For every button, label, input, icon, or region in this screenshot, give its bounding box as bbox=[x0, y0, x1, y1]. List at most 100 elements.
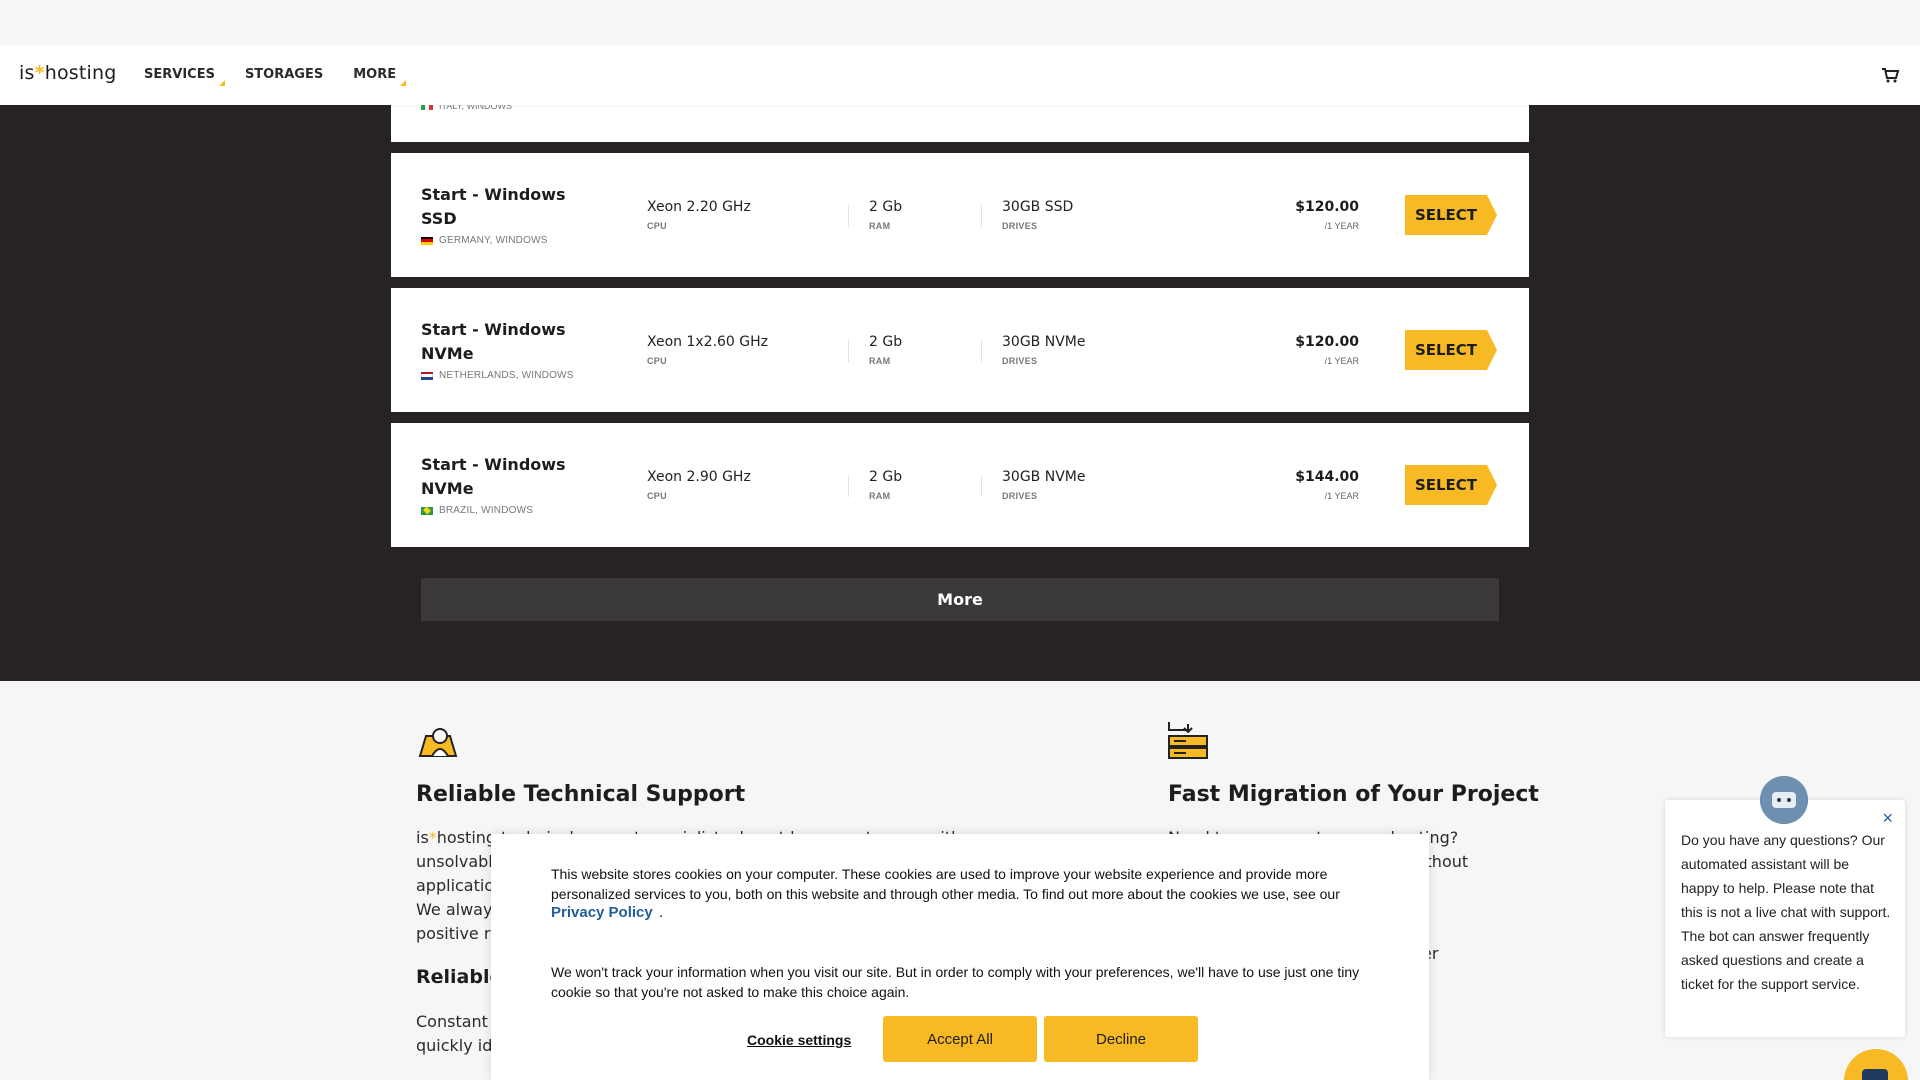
top-strip bbox=[0, 0, 1920, 45]
nav-storages-label: STORAGES bbox=[244, 67, 324, 82]
plan-name: Start - Windows NVMe bbox=[421, 320, 566, 363]
plan-price: $120.00/1 YEAR bbox=[1295, 334, 1359, 366]
plan-ram: 2 Gb RAM bbox=[869, 199, 902, 231]
feature-text-part: We always bbox=[416, 900, 501, 919]
price-value: $120.00 bbox=[1295, 334, 1359, 350]
plan-location-text: BRAZIL, WINDOWS bbox=[439, 505, 534, 516]
feature-text-part: quickly ide bbox=[416, 1036, 503, 1055]
support-icon bbox=[418, 728, 458, 757]
cpu-label: CPU bbox=[647, 356, 667, 366]
drives-label: DRIVES bbox=[1002, 221, 1038, 231]
cpu-label: CPU bbox=[647, 491, 667, 501]
ram-label: RAM bbox=[869, 221, 891, 231]
plan-cpu: Xeon 2.90 GHz CPU bbox=[647, 469, 751, 501]
feature-text-star: * bbox=[428, 828, 437, 847]
plan-location: NETHERLANDS, WINDOWS bbox=[421, 370, 574, 381]
dropdown-caret-icon bbox=[218, 80, 225, 86]
divider bbox=[981, 475, 982, 497]
divider bbox=[981, 340, 982, 362]
plan-drives: 30GB SSD DRIVES bbox=[1002, 199, 1073, 231]
plan-cpu: Xeon 2.20 GHz CPU bbox=[647, 199, 751, 231]
more-plans-button[interactable]: More bbox=[421, 578, 1499, 621]
logo[interactable]: is*hosting bbox=[19, 62, 117, 84]
netherlands-flag-icon bbox=[421, 371, 433, 380]
migration-icon bbox=[1168, 722, 1208, 759]
ram-value: 2 Gb bbox=[869, 199, 903, 215]
price-period: /1 YEAR bbox=[1324, 221, 1359, 231]
divider bbox=[848, 340, 849, 362]
plan-name: Start - Windows SSD bbox=[421, 185, 566, 228]
cookie-settings-link[interactable]: Cookie settings bbox=[747, 1032, 851, 1048]
select-button[interactable]: SELECT bbox=[1405, 330, 1497, 370]
decline-button[interactable]: Decline bbox=[1044, 1016, 1198, 1062]
divider bbox=[981, 205, 982, 227]
price-value: $120.00 bbox=[1295, 199, 1359, 215]
close-icon[interactable]: × bbox=[1882, 808, 1893, 829]
plan-location-text: GERMANY, WINDOWS bbox=[439, 235, 548, 246]
ram-label: RAM bbox=[869, 491, 891, 501]
plan-drives: 30GB NVMe DRIVES bbox=[1002, 469, 1085, 501]
nav-more[interactable]: MORE bbox=[353, 67, 407, 86]
select-button[interactable]: SELECT bbox=[1405, 195, 1497, 235]
site-header: is*hosting SERVICES STORAGES MORE bbox=[0, 45, 1920, 105]
cookie-banner: This website stores cookies on your comp… bbox=[491, 834, 1429, 1080]
cpu-label: CPU bbox=[647, 221, 667, 231]
drives-label: DRIVES bbox=[1002, 356, 1038, 366]
dropdown-caret-icon bbox=[400, 80, 407, 86]
germany-flag-icon bbox=[421, 236, 433, 245]
privacy-policy-link[interactable]: Privacy Policy bbox=[551, 904, 653, 921]
divider bbox=[848, 475, 849, 497]
feature-text-support-2: We always positive re bbox=[416, 898, 501, 946]
chat-message: Do you have any questions? Our automated… bbox=[1681, 832, 1891, 992]
plan-card: Start - Windows SSD GERMANY, WINDOWS Xeo… bbox=[391, 153, 1529, 277]
nav-services[interactable]: SERVICES bbox=[144, 67, 225, 86]
plan-name: Start - Windows NVMe bbox=[421, 455, 566, 498]
plan-card: Start - Windows NVMe NETHERLANDS, WINDOW… bbox=[391, 288, 1529, 412]
plan-ram: 2 Gb RAM bbox=[869, 469, 902, 501]
price-period: /1 YEAR bbox=[1324, 491, 1359, 501]
plan-card: Start - Windows NVMe BRAZIL, WINDOWS Xeo… bbox=[391, 423, 1529, 547]
plan-drives: 30GB NVMe DRIVES bbox=[1002, 334, 1085, 366]
chat-popup: × Do you have any questions? Our automat… bbox=[1665, 800, 1905, 1037]
cpu-value: Xeon 2.20 GHz bbox=[647, 199, 751, 215]
logo-text-left: is bbox=[19, 62, 35, 84]
drives-value: 30GB SSD bbox=[1002, 199, 1074, 215]
nav-storages[interactable]: STORAGES bbox=[245, 67, 323, 82]
cookie-text-dot: . bbox=[659, 904, 664, 921]
cookie-text-2: We won't track your information when you… bbox=[551, 964, 1360, 1000]
logo-star: * bbox=[34, 62, 45, 84]
drives-label: DRIVES bbox=[1002, 491, 1038, 501]
cookie-text: This website stores cookies on your comp… bbox=[551, 866, 1340, 902]
divider bbox=[848, 205, 849, 227]
bot-avatar-icon bbox=[1760, 776, 1808, 824]
plan-card-partial: ITALY, WINDOWS bbox=[391, 101, 1529, 142]
ram-label: RAM bbox=[869, 356, 891, 366]
plan-location: GERMANY, WINDOWS bbox=[421, 235, 548, 246]
chat-icon[interactable] bbox=[1844, 1049, 1908, 1080]
logo-text-right: hosting bbox=[44, 62, 117, 84]
feature-text-part: positive re bbox=[416, 924, 500, 943]
ram-value: 2 Gb bbox=[869, 334, 903, 350]
plan-location-text: NETHERLANDS, WINDOWS bbox=[439, 370, 574, 381]
select-button[interactable]: SELECT bbox=[1405, 465, 1497, 505]
drives-value: 30GB NVMe bbox=[1002, 334, 1086, 350]
feature-title-support: Reliable Technical Support bbox=[416, 782, 746, 807]
price-value: $144.00 bbox=[1295, 469, 1359, 485]
nav-more-label: MORE bbox=[353, 67, 397, 82]
plan-cpu: Xeon 1x2.60 GHz CPU bbox=[647, 334, 768, 366]
plan-ram: 2 Gb RAM bbox=[869, 334, 902, 366]
cpu-value: Xeon 1x2.60 GHz bbox=[647, 334, 769, 350]
nav-services-label: SERVICES bbox=[144, 67, 215, 82]
feature-text-part: is bbox=[416, 828, 429, 847]
cpu-value: Xeon 2.90 GHz bbox=[647, 469, 751, 485]
brazil-flag-icon bbox=[421, 506, 433, 515]
plan-location: BRAZIL, WINDOWS bbox=[421, 505, 533, 516]
plan-price: $120.00/1 YEAR bbox=[1295, 199, 1359, 231]
feature-title-migration: Fast Migration of Your Project bbox=[1168, 782, 1539, 807]
accept-all-button[interactable]: Accept All bbox=[883, 1016, 1037, 1062]
ram-value: 2 Gb bbox=[869, 469, 903, 485]
cart-icon[interactable] bbox=[1880, 65, 1900, 85]
main-nav: SERVICES STORAGES MORE bbox=[144, 67, 426, 86]
price-period: /1 YEAR bbox=[1324, 356, 1359, 366]
drives-value: 30GB NVMe bbox=[1002, 469, 1086, 485]
